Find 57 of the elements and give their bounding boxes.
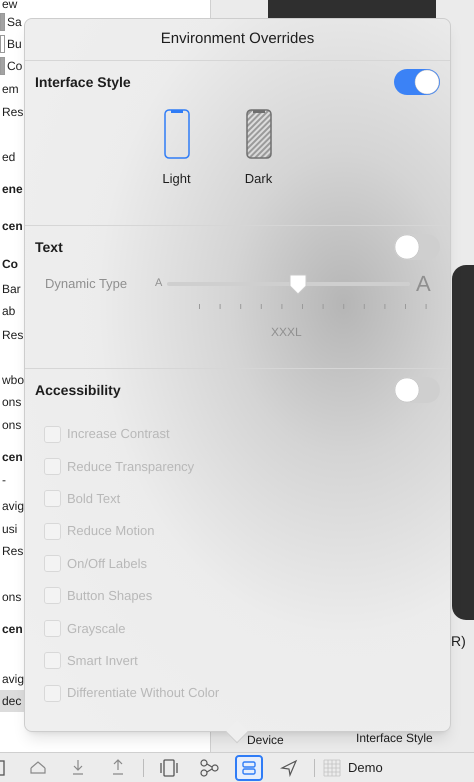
- sidebar-label: Bu: [7, 36, 22, 53]
- sidebar-label: Sa: [7, 14, 22, 31]
- sidebar-label: ons: [1, 589, 22, 606]
- sidebar-label: Res: [1, 104, 24, 121]
- toggle-switch[interactable]: [394, 377, 440, 403]
- grid-icon: [322, 758, 342, 778]
- sidebar-label: cen: [1, 218, 23, 235]
- checkbox[interactable]: [44, 555, 61, 572]
- sidebar-label: wbo: [1, 372, 24, 389]
- toggles-button[interactable]: [235, 754, 263, 780]
- slider-thumb[interactable]: [288, 272, 308, 294]
- sidebar-label: Co: [1, 256, 18, 273]
- sidebar-label: usi: [1, 521, 18, 538]
- sidebar-label: Res: [1, 327, 24, 344]
- sidebar-label: ons: [1, 417, 22, 434]
- section-title: Accessibility: [35, 380, 121, 400]
- checkbox[interactable]: [44, 620, 61, 637]
- checkbox[interactable]: [44, 652, 61, 670]
- option-label: Light: [162, 170, 191, 188]
- slider-value: XXXL: [271, 324, 302, 341]
- sidebar-label: Bar: [1, 281, 21, 298]
- sidebar-label: Res: [1, 543, 24, 560]
- sidebar-label: ene: [1, 181, 23, 198]
- canvas-label: R): [451, 632, 466, 651]
- small-a-label: A: [155, 276, 164, 292]
- scheme-button[interactable]: Demo: [322, 758, 383, 778]
- sidebar-label: Co: [7, 58, 22, 75]
- sidebar-label: cen: [1, 449, 23, 466]
- checkbox[interactable]: [44, 684, 61, 702]
- checkbox[interactable]: [44, 458, 61, 475]
- sidebar-label: ons: [1, 394, 22, 411]
- checkbox[interactable]: [44, 490, 61, 508]
- toggle-switch[interactable]: [394, 69, 440, 95]
- slider[interactable]: [167, 272, 410, 294]
- section-title: Text: [35, 238, 63, 256]
- device-rotate-icon: [159, 758, 179, 778]
- sidebar-label: ab: [1, 303, 16, 320]
- canvas-label: Device: [247, 732, 284, 749]
- slider-label: Dynamic Type: [45, 274, 128, 293]
- popover-title: Environment Overrides: [25, 19, 450, 61]
- option-label: Dark: [244, 170, 272, 188]
- location-arrow-icon: [279, 758, 299, 778]
- canvas-label: Interface Style: [356, 730, 433, 747]
- sidebar-label: ed: [1, 149, 16, 166]
- sidebar-label: em: [1, 81, 19, 98]
- sidebar-label: -: [1, 472, 6, 489]
- graph-icon: [199, 758, 219, 778]
- sidebar-label: ew: [1, 0, 18, 13]
- checkbox[interactable]: [44, 522, 61, 540]
- checkbox[interactable]: [44, 587, 61, 604]
- sidebar-label: avig: [1, 671, 24, 688]
- sidebar-icon: [0, 758, 6, 778]
- section-title: Interface Style: [35, 72, 131, 92]
- large-a-label: A: [416, 270, 431, 298]
- checkbox[interactable]: [44, 426, 61, 442]
- sidebar-label: cen: [1, 621, 23, 638]
- sidebar-label: avig: [1, 498, 24, 515]
